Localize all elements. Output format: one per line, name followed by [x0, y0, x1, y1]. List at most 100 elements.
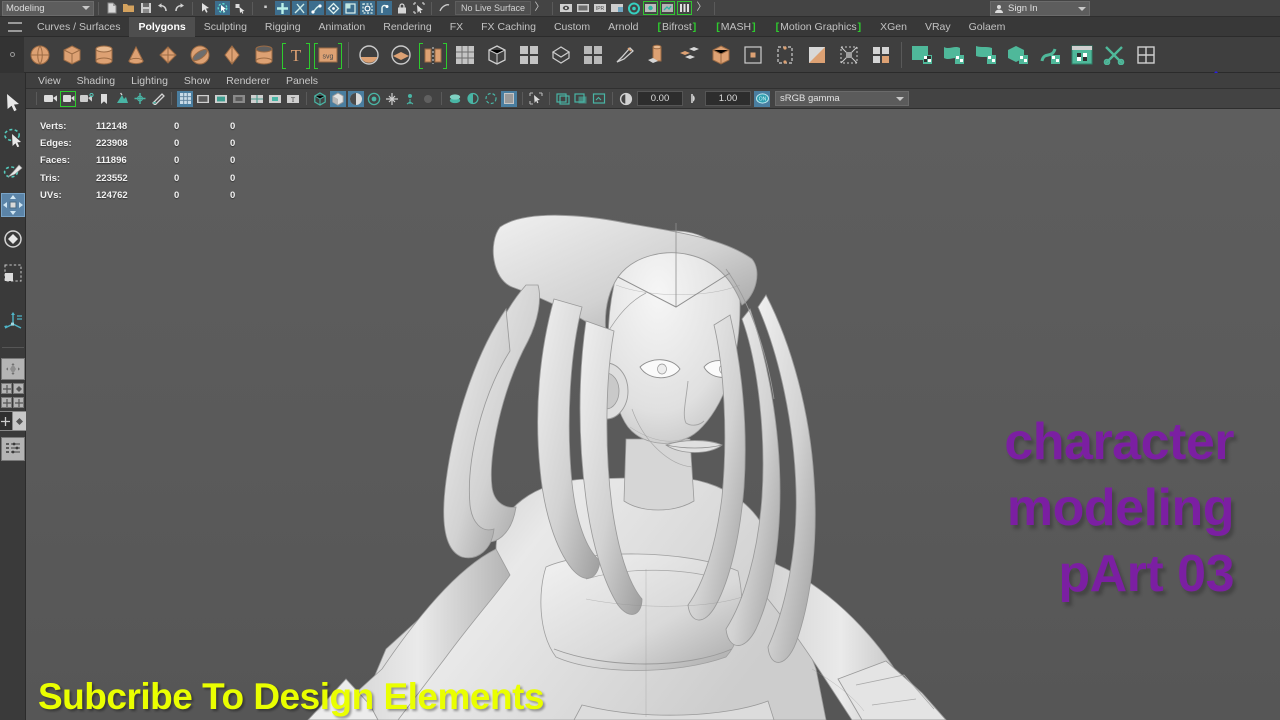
safe-action-icon[interactable] [249, 91, 265, 107]
poly-bevel-icon[interactable] [674, 40, 704, 70]
poly-mirror-icon[interactable] [418, 40, 448, 70]
uv-cut-icon[interactable] [1099, 40, 1129, 70]
select-by-object-icon[interactable] [215, 1, 230, 15]
poly-boolean-difference-icon[interactable] [386, 40, 416, 70]
live-surface-field[interactable]: No Live Surface [455, 1, 531, 15]
two-d-pan-zoom-icon[interactable] [132, 91, 148, 107]
poly-multicut-icon[interactable] [546, 40, 576, 70]
image-plane-icon[interactable] [114, 91, 130, 107]
poly-torus-icon[interactable] [185, 40, 215, 70]
two-pane-layout-button[interactable] [1, 397, 24, 408]
poly-plane-icon[interactable] [153, 40, 183, 70]
poly-chamfer-icon[interactable] [866, 40, 896, 70]
make-live-surface-icon[interactable] [437, 1, 452, 15]
lock-icon[interactable] [394, 1, 409, 15]
poly-sphere-icon[interactable] [25, 40, 55, 70]
layout-cell[interactable] [13, 397, 24, 408]
field-chart-icon[interactable] [231, 91, 247, 107]
poly-sculpt-icon[interactable] [578, 40, 608, 70]
uv-spherical-icon[interactable] [971, 40, 1001, 70]
exposure-icon[interactable] [618, 91, 634, 107]
select-camera-icon[interactable] [42, 91, 58, 107]
select-tool-button[interactable] [1, 91, 25, 115]
layout-cell[interactable] [1, 383, 12, 394]
poly-sculpt-brush-icon[interactable] [610, 40, 640, 70]
panel-menu-show[interactable]: Show [184, 75, 210, 87]
universal-manipulator-button[interactable] [1, 309, 25, 333]
gamma-field[interactable]: 1.00 [705, 91, 751, 106]
texture-view-icon[interactable] [555, 91, 571, 107]
resolution-gate-icon[interactable] [213, 91, 229, 107]
uv-automatic-icon[interactable] [1003, 40, 1033, 70]
shelf-tab-sculpting[interactable]: Sculpting [195, 17, 256, 37]
render-setup-icon[interactable] [660, 1, 675, 15]
isolate-select-icon[interactable] [528, 91, 544, 107]
make-live-icon[interactable] [360, 1, 375, 15]
shelf-tab-mash[interactable]: [MASH] [706, 17, 765, 37]
expand-input-icon[interactable]: 〉 [532, 1, 547, 15]
uv-editor-icon[interactable] [1067, 40, 1097, 70]
open-scene-icon[interactable] [121, 1, 136, 15]
shelf-tab-bifrost[interactable]: [Bifrost] [648, 17, 707, 37]
shelf-menu-icon[interactable] [8, 22, 22, 32]
lasso-select-tool-button[interactable] [1, 125, 25, 149]
four-view-layout-button[interactable] [1, 383, 24, 394]
uv-planar-icon[interactable] [907, 40, 937, 70]
single-perspective-view-button[interactable] [1, 358, 25, 380]
panel-menu-shading[interactable]: Shading [77, 75, 116, 87]
outliner-layout-button[interactable] [1, 437, 25, 461]
shelf-tab-motion-graphics[interactable]: [Motion Graphics] [766, 17, 871, 37]
shelf-tab-golaem[interactable]: Golaem [960, 17, 1015, 37]
motion-blur-icon[interactable] [420, 91, 436, 107]
poly-cube-icon[interactable] [57, 40, 87, 70]
shelf-tab-animation[interactable]: Animation [310, 17, 375, 37]
bookmark-icon[interactable] [96, 91, 112, 107]
select-by-component-icon[interactable] [232, 1, 247, 15]
expand-render-icon[interactable]: 〉 [694, 1, 709, 15]
poly-cone-icon[interactable] [121, 40, 151, 70]
safe-title-icon[interactable] [267, 91, 283, 107]
poly-quad-draw-icon[interactable] [450, 40, 480, 70]
multisample-icon[interactable] [447, 91, 463, 107]
shelf-tab-rigging[interactable]: Rigging [256, 17, 310, 37]
redo-icon[interactable] [172, 1, 187, 15]
panel-menu-panels[interactable]: Panels [286, 75, 318, 87]
viewport-snapshot-icon[interactable] [591, 91, 607, 107]
snap-to-projected-center-icon[interactable] [326, 1, 341, 15]
save-scene-icon[interactable] [138, 1, 153, 15]
uv-unfold-icon[interactable] [1035, 40, 1065, 70]
construction-history-icon[interactable] [377, 1, 392, 15]
shelf-tab-curves-surfaces[interactable]: Curves / Surfaces [28, 17, 129, 37]
shelf-tab-vray[interactable]: VRay [916, 17, 960, 37]
wireframe-icon[interactable] [312, 91, 328, 107]
new-scene-icon[interactable] [104, 1, 119, 15]
shadows-icon[interactable] [384, 91, 400, 107]
poly-pipe-icon[interactable] [249, 40, 279, 70]
scale-tool-button[interactable] [1, 261, 25, 285]
poly-svg-icon[interactable]: svg [313, 40, 343, 70]
use-all-lights-icon[interactable] [366, 91, 382, 107]
ipr-render-icon[interactable]: IPR [592, 1, 607, 15]
xray-icon[interactable] [483, 91, 499, 107]
snap-to-curve-icon[interactable] [292, 1, 307, 15]
xray-joints-icon[interactable] [501, 91, 517, 107]
poly-cylinder-icon[interactable] [89, 40, 119, 70]
depth-of-field-icon[interactable] [465, 91, 481, 107]
exposure-field[interactable]: 0.00 [637, 91, 683, 106]
smooth-shade-all-icon[interactable] [330, 91, 346, 107]
paint-select-tool-button[interactable] [1, 159, 25, 183]
poly-prism-icon[interactable] [217, 40, 247, 70]
poly-extrude-icon[interactable] [642, 40, 672, 70]
shelf-tab-arnold[interactable]: Arnold [599, 17, 647, 37]
poly-connect-icon[interactable] [834, 40, 864, 70]
film-gate-icon[interactable] [195, 91, 211, 107]
shelf-tab-xgen[interactable]: XGen [871, 17, 916, 37]
render-sequence-icon[interactable] [575, 1, 590, 15]
shelf-options-button[interactable] [0, 37, 24, 73]
layout-cell[interactable] [1, 397, 12, 408]
panel-menu-renderer[interactable]: Renderer [226, 75, 270, 87]
screen-space-ao-icon[interactable] [402, 91, 418, 107]
film-origin-icon[interactable]: T [285, 91, 301, 107]
render-view-icon[interactable] [643, 1, 658, 15]
color-management-icon[interactable]: ON [754, 91, 770, 107]
